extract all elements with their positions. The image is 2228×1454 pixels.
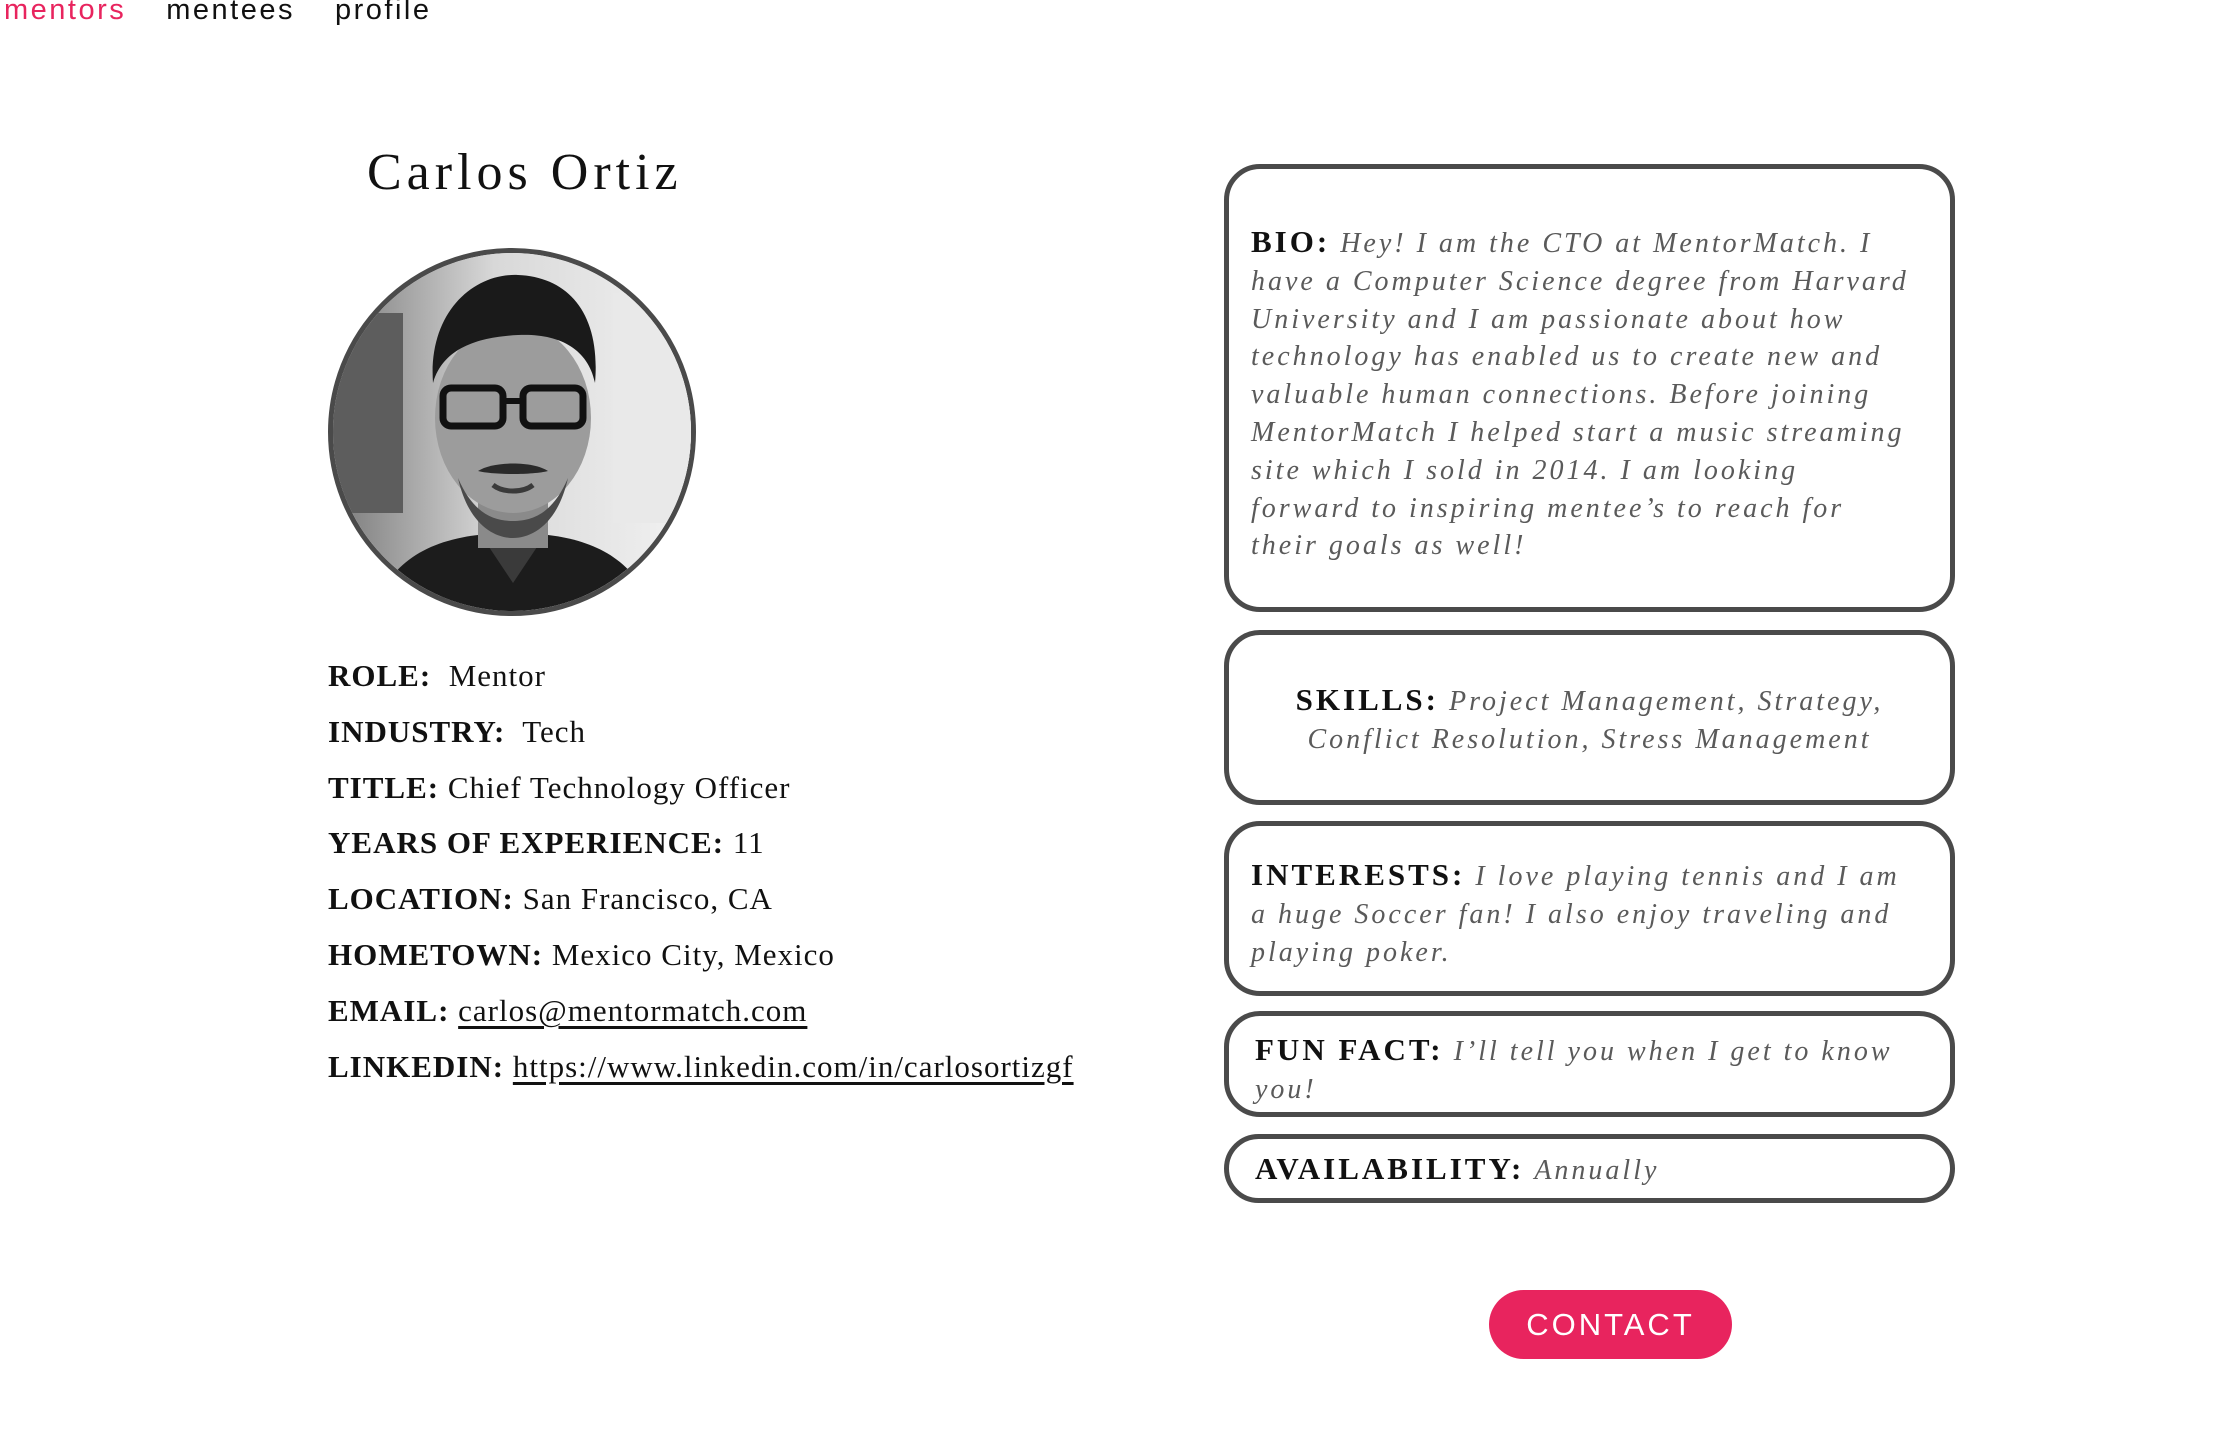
detail-email: EMAIL: carlos@mentormatch.com (328, 993, 1074, 1049)
hometown-value: Mexico City, Mexico (551, 936, 835, 972)
detail-location: LOCATION: San Francisco, CA (328, 881, 1074, 937)
profile-name: Carlos Ortiz (367, 144, 683, 201)
profile-details: ROLE: Mentor INDUSTRY: Tech TITLE: Chief… (328, 658, 1074, 1104)
location-label: LOCATION: (328, 881, 514, 917)
role-value: Mentor (448, 658, 546, 693)
skills-card: SKILLS: Project Management, Strategy, Co… (1224, 630, 1955, 805)
detail-role: ROLE: Mentor (328, 658, 1074, 714)
email-link[interactable]: carlos@mentormatch.com (458, 993, 807, 1028)
fun-fact-card: FUN FACT: I’ll tell you when I get to kn… (1224, 1011, 1955, 1117)
nav-item-mentees[interactable]: mentees (166, 0, 295, 27)
industry-value: Tech (522, 713, 587, 749)
experience-label: YEARS OF EXPERIENCE: (328, 825, 725, 861)
availability-card: AVAILABILITY: Annually (1224, 1134, 1955, 1203)
detail-industry: INDUSTRY: Tech (328, 714, 1074, 770)
title-label: TITLE: (328, 769, 440, 805)
role-label: ROLE: (328, 658, 432, 693)
fun-fact-label: FUN FACT: (1255, 1032, 1444, 1067)
bio-label: BIO: (1251, 224, 1331, 259)
availability-label: AVAILABILITY: (1255, 1151, 1525, 1186)
hometown-label: HOMETOWN: (328, 936, 544, 972)
detail-title: TITLE: Chief Technology Officer (328, 770, 1074, 826)
location-value: San Francisco, CA (522, 881, 773, 917)
nav-item-profile[interactable]: profile (335, 0, 432, 27)
availability-text: Annually (1534, 1155, 1660, 1186)
bio-text: Hey! I am the CTO at MentorMatch. I have… (1251, 228, 1909, 562)
detail-linkedin: LINKEDIN: https://www.linkedin.com/in/ca… (328, 1049, 1074, 1105)
email-label: EMAIL: (328, 992, 450, 1028)
avatar-photo (333, 253, 691, 611)
skills-label: SKILLS: (1295, 682, 1439, 717)
linkedin-link[interactable]: https://www.linkedin.com/in/carlosortizg… (513, 1049, 1074, 1084)
linkedin-label: LINKEDIN: (328, 1048, 505, 1084)
nav-item-mentors[interactable]: mentors (4, 0, 126, 27)
interests-label: INTERESTS: (1251, 857, 1466, 892)
detail-hometown: HOMETOWN: Mexico City, Mexico (328, 937, 1074, 993)
experience-value: 11 (732, 825, 765, 861)
avatar (328, 248, 696, 616)
bio-card: BIO: Hey! I am the CTO at MentorMatch. I… (1224, 164, 1955, 612)
top-nav: mentors mentees profile (4, 0, 472, 44)
interests-card: INTERESTS: I love playing tennis and I a… (1224, 821, 1955, 996)
detail-experience: YEARS OF EXPERIENCE: 11 (328, 825, 1074, 881)
title-value: Chief Technology Officer (447, 769, 791, 805)
industry-label: INDUSTRY: (328, 713, 506, 749)
contact-button[interactable]: CONTACT (1489, 1290, 1732, 1359)
